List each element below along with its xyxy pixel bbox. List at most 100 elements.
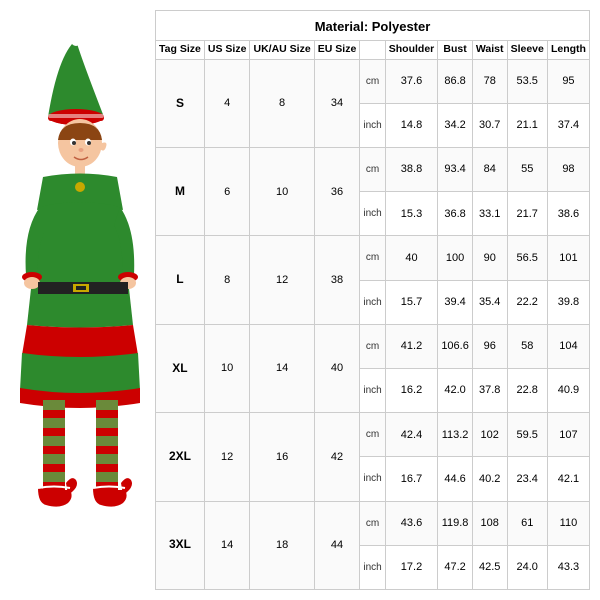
- measurement-cell: 110: [547, 501, 589, 545]
- measurement-cell: 90: [472, 236, 507, 280]
- measurement-cell: 42.5: [472, 545, 507, 589]
- measurement-cell: 23.4: [507, 457, 547, 501]
- unit-inch-cell: inch: [360, 457, 385, 501]
- header-waist: Waist: [472, 41, 507, 60]
- eu-size-cell: 38: [314, 236, 360, 324]
- measurement-cell: 22.2: [507, 280, 547, 324]
- measurement-cell: 40: [385, 236, 438, 280]
- unit-cm-cell: cm: [360, 501, 385, 545]
- measurement-cell: 41.2: [385, 324, 438, 368]
- header-length: Length: [547, 41, 589, 60]
- measurement-cell: 100: [438, 236, 473, 280]
- measurement-cell: 47.2: [438, 545, 473, 589]
- tag-size-cell: M: [156, 148, 205, 236]
- us-size-cell: 14: [204, 501, 250, 589]
- measurement-cell: 95: [547, 59, 589, 103]
- table-row: XL101440cm41.2106.69658104: [156, 324, 590, 368]
- measurement-cell: 21.7: [507, 192, 547, 236]
- ukau-size-cell: 10: [250, 148, 314, 236]
- measurement-cell: 35.4: [472, 280, 507, 324]
- measurement-cell: 43.3: [547, 545, 589, 589]
- measurement-cell: 15.7: [385, 280, 438, 324]
- header-sleeve: Sleeve: [507, 41, 547, 60]
- measurement-cell: 38.8: [385, 148, 438, 192]
- measurement-cell: 84: [472, 148, 507, 192]
- measurement-cell: 58: [507, 324, 547, 368]
- measurement-cell: 14.8: [385, 103, 438, 147]
- header-us-size: US Size: [204, 41, 250, 60]
- measurement-cell: 59.5: [507, 413, 547, 457]
- unit-inch-cell: inch: [360, 280, 385, 324]
- measurement-cell: 106.6: [438, 324, 473, 368]
- measurement-cell: 33.1: [472, 192, 507, 236]
- ukau-size-cell: 8: [250, 59, 314, 147]
- table-row: M61036cm38.893.4845598: [156, 148, 590, 192]
- measurement-cell: 34.2: [438, 103, 473, 147]
- measurement-cell: 104: [547, 324, 589, 368]
- measurement-cell: 37.6: [385, 59, 438, 103]
- us-size-cell: 10: [204, 324, 250, 412]
- eu-size-cell: 40: [314, 324, 360, 412]
- measurement-cell: 93.4: [438, 148, 473, 192]
- measurement-cell: 39.4: [438, 280, 473, 324]
- size-table-section: Material: Polyester Tag Size US Size UK/…: [155, 10, 590, 590]
- us-size-cell: 6: [204, 148, 250, 236]
- measurement-cell: 40.9: [547, 368, 589, 412]
- us-size-cell: 12: [204, 413, 250, 501]
- measurement-cell: 24.0: [507, 545, 547, 589]
- unit-inch-cell: inch: [360, 192, 385, 236]
- measurement-cell: 102: [472, 413, 507, 457]
- tag-size-cell: S: [156, 59, 205, 147]
- elf-costume-illustration: [18, 35, 148, 565]
- measurement-cell: 119.8: [438, 501, 473, 545]
- measurement-cell: 17.2: [385, 545, 438, 589]
- measurement-cell: 61: [507, 501, 547, 545]
- header-unit: [360, 41, 385, 60]
- ukau-size-cell: 16: [250, 413, 314, 501]
- ukau-size-cell: 14: [250, 324, 314, 412]
- measurement-cell: 38.6: [547, 192, 589, 236]
- measurement-cell: 15.3: [385, 192, 438, 236]
- measurement-cell: 37.4: [547, 103, 589, 147]
- table-row: 2XL121642cm42.4113.210259.5107: [156, 413, 590, 457]
- measurement-cell: 101: [547, 236, 589, 280]
- table-row: S4834cm37.686.87853.595: [156, 59, 590, 103]
- tag-size-cell: L: [156, 236, 205, 324]
- tag-size-cell: 2XL: [156, 413, 205, 501]
- unit-cm-cell: cm: [360, 236, 385, 280]
- measurement-cell: 44.6: [438, 457, 473, 501]
- header-shoulder: Shoulder: [385, 41, 438, 60]
- measurement-cell: 78: [472, 59, 507, 103]
- measurement-cell: 16.7: [385, 457, 438, 501]
- header-tag-size: Tag Size: [156, 41, 205, 60]
- size-chart-table: Tag Size US Size UK/AU Size EU Size Shou…: [155, 40, 590, 590]
- eu-size-cell: 42: [314, 413, 360, 501]
- measurement-cell: 53.5: [507, 59, 547, 103]
- unit-inch-cell: inch: [360, 545, 385, 589]
- costume-image-section: [10, 10, 155, 590]
- measurement-cell: 43.6: [385, 501, 438, 545]
- unit-inch-cell: inch: [360, 103, 385, 147]
- measurement-cell: 37.8: [472, 368, 507, 412]
- measurement-cell: 96: [472, 324, 507, 368]
- ukau-size-cell: 18: [250, 501, 314, 589]
- table-row: L81238cm401009056.5101: [156, 236, 590, 280]
- measurement-cell: 30.7: [472, 103, 507, 147]
- material-header: Material: Polyester: [155, 10, 590, 40]
- unit-cm-cell: cm: [360, 324, 385, 368]
- header-ukau-size: UK/AU Size: [250, 41, 314, 60]
- measurement-cell: 42.1: [547, 457, 589, 501]
- measurement-cell: 16.2: [385, 368, 438, 412]
- table-row: 3XL141844cm43.6119.810861110: [156, 501, 590, 545]
- measurement-cell: 21.1: [507, 103, 547, 147]
- measurement-cell: 108: [472, 501, 507, 545]
- unit-cm-cell: cm: [360, 413, 385, 457]
- measurement-cell: 42.0: [438, 368, 473, 412]
- measurement-cell: 86.8: [438, 59, 473, 103]
- us-size-cell: 4: [204, 59, 250, 147]
- measurement-cell: 56.5: [507, 236, 547, 280]
- eu-size-cell: 36: [314, 148, 360, 236]
- ukau-size-cell: 12: [250, 236, 314, 324]
- tag-size-cell: XL: [156, 324, 205, 412]
- tag-size-cell: 3XL: [156, 501, 205, 589]
